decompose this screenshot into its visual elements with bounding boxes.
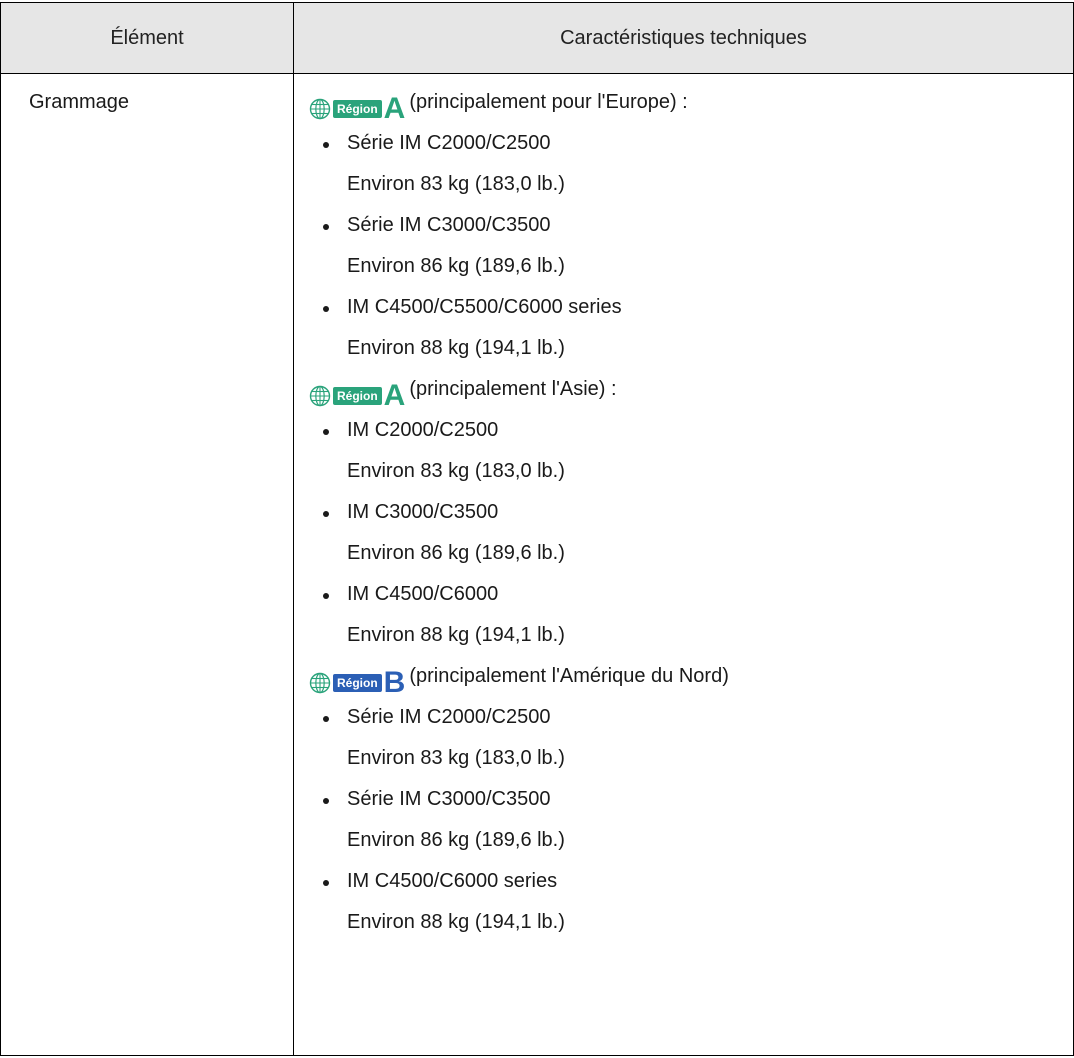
region-chip: Région — [333, 100, 382, 119]
region-letter: A — [383, 92, 406, 126]
bullet-dot-icon — [323, 429, 329, 435]
model-name: IM C4500/C6000 series — [347, 870, 558, 892]
region-text: (principalement pour l'Europe) : — [409, 91, 688, 113]
spec-table: Élément Caractéristiques techniques Gram… — [0, 2, 1074, 1056]
bullet-dot-icon — [323, 142, 329, 148]
weight-value: Environ 88 kg (194,1 lb.) — [309, 328, 1049, 369]
weight-value: Environ 86 kg (189,6 lb.) — [309, 533, 1049, 574]
model-name: IM C2000/C2500 — [347, 419, 499, 441]
header-specs: Caractéristiques techniques — [560, 27, 807, 49]
model-bullet: Série IM C3000/C3500 — [309, 779, 1049, 820]
bullet-dot-icon — [323, 593, 329, 599]
table-header-row: Élément Caractéristiques techniques — [1, 3, 1073, 74]
weight-text: Environ 86 kg (189,6 lb.) — [347, 829, 565, 851]
region-heading: Région A (principalement l'Asie) : — [309, 369, 1049, 411]
model-bullet: Série IM C3000/C3500 — [309, 205, 1049, 246]
bullet-dot-icon — [323, 716, 329, 722]
bullet-dot-icon — [323, 306, 329, 312]
model-name: Série IM C3000/C3500 — [347, 788, 551, 810]
weight-text: Environ 88 kg (194,1 lb.) — [347, 624, 565, 646]
model-bullet: IM C3000/C3500 — [309, 492, 1049, 533]
weight-text: Environ 88 kg (194,1 lb.) — [347, 337, 565, 359]
header-element: Élément — [110, 27, 184, 49]
region-chip: Région — [333, 674, 382, 693]
bullet-dot-icon — [323, 880, 329, 886]
region-badge: Région A — [309, 376, 405, 411]
weight-text: Environ 86 kg (189,6 lb.) — [347, 542, 565, 564]
model-name: IM C3000/C3500 — [347, 501, 499, 523]
globe-icon — [309, 99, 331, 120]
region-text: (principalement l'Asie) : — [409, 378, 617, 400]
weight-text: Environ 86 kg (189,6 lb.) — [347, 255, 565, 277]
model-bullet: IM C4500/C5500/C6000 series — [309, 287, 1049, 328]
region-heading: Région A (principalement pour l'Europe) : — [309, 82, 1049, 124]
model-bullet: IM C2000/C2500 — [309, 410, 1049, 451]
weight-value: Environ 83 kg (183,0 lb.) — [309, 164, 1049, 205]
model-bullet: Série IM C2000/C2500 — [309, 697, 1049, 738]
bullet-dot-icon — [323, 224, 329, 230]
column-divider — [293, 3, 294, 1055]
region-letter: B — [383, 666, 406, 700]
weight-value: Environ 88 kg (194,1 lb.) — [309, 615, 1049, 656]
region-text: (principalement l'Amérique du Nord) — [409, 665, 729, 687]
weight-value: Environ 83 kg (183,0 lb.) — [309, 451, 1049, 492]
weight-text: Environ 83 kg (183,0 lb.) — [347, 747, 565, 769]
bullet-dot-icon — [323, 511, 329, 517]
model-name: IM C4500/C6000 — [347, 583, 499, 605]
region-badge: Région A — [309, 89, 405, 124]
bullet-dot-icon — [323, 798, 329, 804]
region-chip: Région — [333, 387, 382, 406]
weight-value: Environ 86 kg (189,6 lb.) — [309, 246, 1049, 287]
weight-value: Environ 88 kg (194,1 lb.) — [309, 902, 1049, 943]
region-badge: Région B — [309, 663, 405, 698]
model-bullet: IM C4500/C6000 — [309, 574, 1049, 615]
item-label: Grammage — [29, 91, 130, 113]
weight-text: Environ 83 kg (183,0 lb.) — [347, 460, 565, 482]
model-name: IM C4500/C5500/C6000 series — [347, 296, 622, 318]
model-name: Série IM C2000/C2500 — [347, 132, 551, 154]
weight-text: Environ 88 kg (194,1 lb.) — [347, 911, 565, 933]
globe-icon — [309, 386, 331, 407]
weight-value: Environ 83 kg (183,0 lb.) — [309, 738, 1049, 779]
weight-value: Environ 86 kg (189,6 lb.) — [309, 820, 1049, 861]
model-bullet: Série IM C2000/C2500 — [309, 123, 1049, 164]
spec-list: Région A (principalement pour l'Europe) :S… — [309, 82, 1049, 943]
globe-icon — [309, 673, 331, 694]
region-letter: A — [383, 379, 406, 413]
region-heading: Région B (principalement l'Amérique du Nor… — [309, 656, 1049, 698]
model-name: Série IM C2000/C2500 — [347, 706, 551, 728]
model-name: Série IM C3000/C3500 — [347, 214, 551, 236]
model-bullet: IM C4500/C6000 series — [309, 861, 1049, 902]
weight-text: Environ 83 kg (183,0 lb.) — [347, 173, 565, 195]
